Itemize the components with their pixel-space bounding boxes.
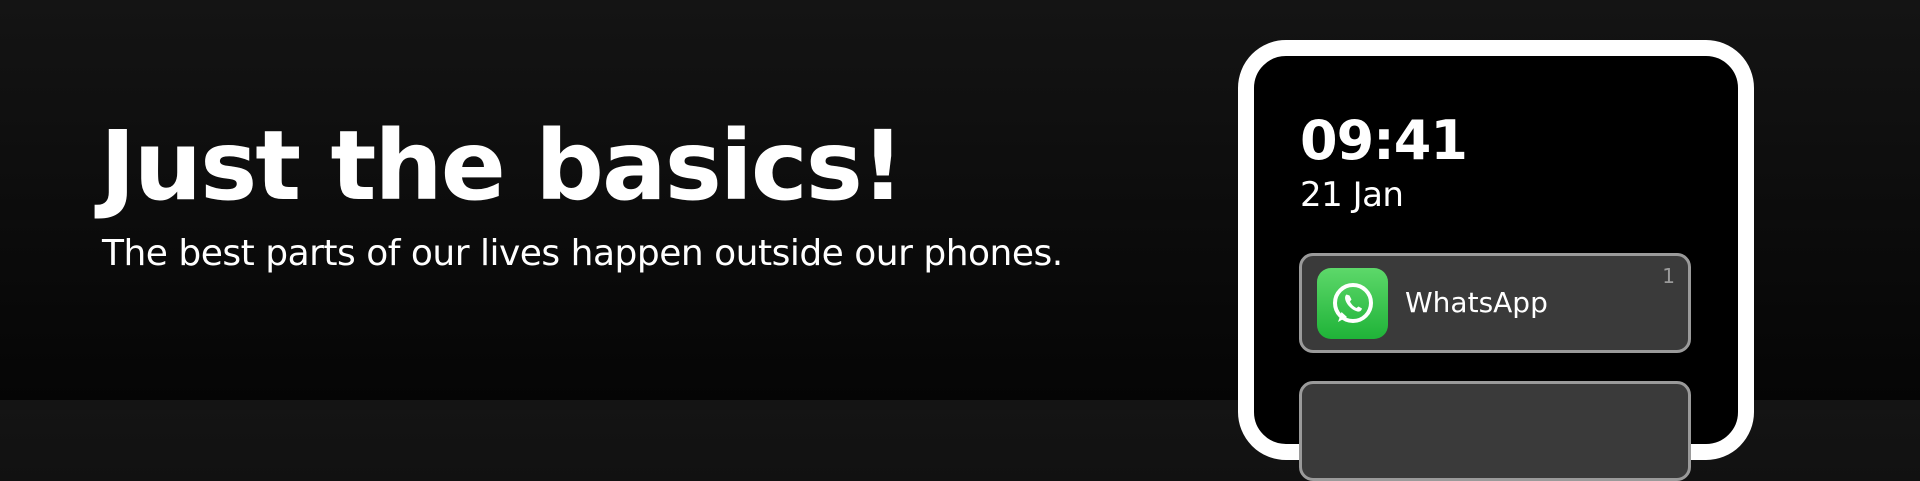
lock-screen-time: 09:41 — [1300, 109, 1468, 172]
notification-card-whatsapp[interactable]: WhatsApp 1 — [1299, 253, 1691, 353]
phone-mockup: 09:41 21 Jan WhatsApp 1 — [1238, 40, 1754, 481]
lock-screen-date: 21 Jan — [1300, 175, 1404, 215]
phone-screen: 09:41 21 Jan WhatsApp 1 — [1254, 56, 1738, 481]
hero-section: Just the basics! The best parts of our l… — [100, 118, 1063, 272]
whatsapp-icon — [1317, 268, 1388, 339]
notification-app-name: WhatsApp — [1405, 286, 1548, 319]
notification-card-partial[interactable] — [1299, 381, 1691, 481]
hero-subtitle: The best parts of our lives happen outsi… — [102, 233, 1063, 274]
notification-count-badge: 1 — [1662, 264, 1675, 288]
hero-title: Just the basics! — [100, 110, 905, 222]
